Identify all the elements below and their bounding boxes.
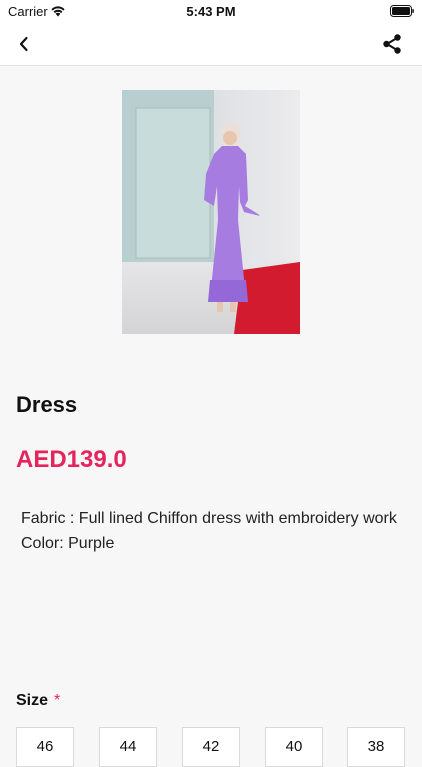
size-option-46[interactable]: 46 (16, 727, 74, 767)
product-price: AED139.0 (16, 446, 127, 473)
size-option-44[interactable]: 44 (99, 727, 157, 767)
product-image[interactable] (122, 90, 300, 334)
size-option-42[interactable]: 42 (182, 727, 240, 767)
navigation-bar (0, 22, 422, 66)
required-marker: * (54, 692, 61, 709)
back-button[interactable] (10, 30, 38, 58)
size-option-40[interactable]: 40 (265, 727, 323, 767)
status-time: 5:43 PM (186, 4, 236, 19)
size-options: 46 44 42 40 38 (16, 727, 416, 767)
product-title: Dress (16, 392, 78, 417)
share-button[interactable] (378, 30, 406, 58)
size-heading: Size * (16, 692, 60, 710)
status-bar: Carrier 5:43 PM (0, 0, 422, 22)
product-description: Fabric : Full lined Chiffon dress with e… (21, 510, 397, 552)
product-photo (122, 90, 300, 334)
share-icon (383, 34, 401, 54)
battery-icon (390, 5, 414, 17)
size-option-38[interactable]: 38 (347, 727, 405, 767)
chevron-left-icon (19, 36, 28, 52)
size-heading-label: Size (16, 692, 49, 709)
